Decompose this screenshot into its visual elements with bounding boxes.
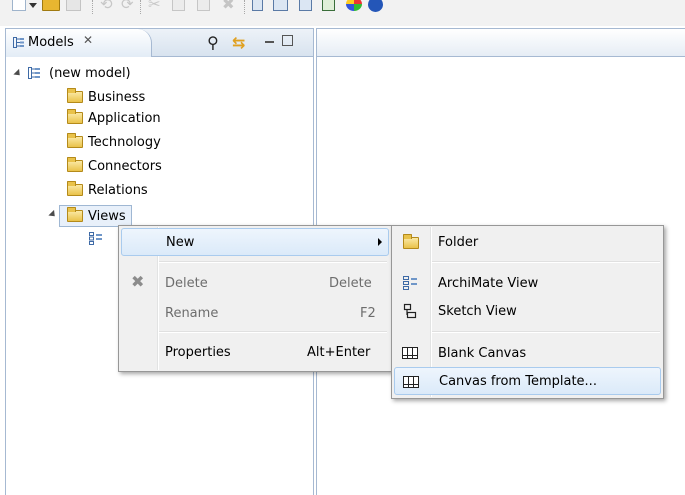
tree-item-model[interactable]: (new model)	[13, 64, 134, 82]
archimate-view-icon	[89, 231, 102, 245]
editor-tab-bar	[317, 29, 685, 57]
models-tab[interactable]: Models ✕	[6, 29, 152, 57]
close-tab-icon[interactable]: ✕	[83, 33, 93, 47]
paste-icon[interactable]	[197, 0, 210, 12]
minimize-icon[interactable]	[265, 41, 274, 43]
link-with-editor-icon[interactable]: ⇆	[232, 33, 245, 52]
menu-item-shortcut: Delete	[329, 275, 372, 291]
palette-icon[interactable]	[346, 0, 362, 12]
tree-item-application[interactable]: Application	[67, 109, 164, 127]
submenu-arrow-icon	[378, 238, 382, 246]
delete-icon[interactable]: ✖	[222, 0, 235, 12]
tree-item-views[interactable]: Views	[59, 205, 132, 227]
tree-item-label: Business	[88, 89, 146, 105]
menu-item-properties[interactable]: Properties Alt+Enter	[121, 338, 389, 366]
delete-icon: ✖	[131, 272, 145, 291]
menu-separator	[432, 261, 660, 263]
menu-item-rename[interactable]: Rename F2	[121, 299, 389, 327]
sketch-view-icon[interactable]	[322, 0, 335, 12]
expand-twisty-icon[interactable]	[13, 68, 23, 78]
tree-item-relations[interactable]: Relations	[67, 181, 151, 199]
menu-item-canvas-from-template[interactable]: Canvas from Template...	[394, 367, 661, 395]
tree-item-connectors[interactable]: Connectors	[67, 157, 165, 175]
info-icon[interactable]	[368, 0, 383, 12]
menu-item-label: ArchiMate View	[438, 275, 539, 291]
menu-item-shortcut: F2	[360, 305, 376, 321]
menu-item-delete[interactable]: ✖ Delete Delete	[121, 269, 389, 297]
toolbar-separator	[244, 0, 246, 14]
menu-separator	[159, 261, 387, 263]
menu-item-label: Sketch View	[438, 303, 517, 319]
menu-item-new[interactable]: New	[121, 228, 389, 256]
dropdown-arrow-icon[interactable]	[29, 0, 37, 12]
menu-item-label: Properties	[165, 344, 231, 360]
undo-icon[interactable]: ⟲	[100, 0, 113, 12]
menu-item-shortcut: Alt+Enter	[307, 344, 371, 360]
expand-twisty-icon[interactable]	[48, 209, 58, 220]
model-icon	[28, 67, 40, 79]
tree-item-label: (new model)	[49, 65, 131, 81]
menu-item-label: Folder	[438, 234, 479, 250]
main-toolbar: ⟲ ⟳ ✂ ✖	[0, 0, 685, 26]
menu-separator	[159, 331, 387, 333]
new-icon[interactable]	[12, 0, 26, 12]
context-menu: New ✖ Delete Delete Rename F2 Properties…	[118, 225, 392, 372]
save-icon[interactable]	[66, 0, 81, 12]
cut-icon[interactable]: ✂	[148, 0, 161, 12]
menu-item-sketch-view[interactable]: Sketch View	[394, 297, 661, 325]
tree-item-label: Relations	[88, 182, 148, 198]
menu-item-archimate-view[interactable]: ArchiMate View	[394, 269, 661, 297]
tree-item-technology[interactable]: Technology	[67, 133, 164, 151]
models-view-header: Models ✕ ⚲ ⇆	[6, 29, 313, 57]
models-tab-label: Models	[28, 35, 74, 50]
model-tree-icon	[13, 37, 24, 48]
view-icon[interactable]	[273, 0, 288, 12]
folder-icon	[67, 88, 83, 103]
folder-icon	[403, 234, 419, 249]
redo-icon[interactable]: ⟳	[121, 0, 134, 12]
folder-icon	[67, 157, 83, 172]
menu-item-blank-canvas[interactable]: Blank Canvas	[394, 339, 661, 367]
tree-item-business[interactable]: Business	[67, 88, 148, 106]
tree-item-label: Application	[88, 110, 161, 126]
canvas-icon	[403, 376, 419, 388]
menu-item-label: New	[166, 234, 195, 250]
folder-icon	[67, 207, 83, 222]
menu-item-label: Blank Canvas	[438, 345, 527, 361]
tree-item-label: Connectors	[88, 158, 162, 174]
search-icon[interactable]: ⚲	[207, 33, 219, 52]
folder-icon	[67, 109, 83, 124]
toolbar-separator	[92, 0, 94, 14]
maximize-icon[interactable]	[282, 35, 293, 46]
archimate-view-icon[interactable]	[299, 0, 312, 12]
tree-item-label: Technology	[88, 134, 161, 150]
folder-icon	[67, 133, 83, 148]
open-folder-icon[interactable]	[42, 0, 60, 12]
sketch-view-icon	[403, 303, 417, 319]
tree-item-label: Views	[88, 208, 126, 224]
archimate-view-icon	[403, 276, 417, 290]
toolbar-separator	[140, 0, 142, 14]
menu-separator	[432, 331, 660, 333]
folder-icon	[67, 181, 83, 196]
new-submenu: Folder ArchiMate View Sketch View Blank …	[391, 225, 664, 399]
menu-item-label: Canvas from Template...	[439, 373, 597, 389]
menu-item-label: Delete	[165, 275, 208, 291]
canvas-icon	[402, 347, 418, 359]
tree-item-view[interactable]	[89, 229, 103, 247]
menu-item-folder[interactable]: Folder	[394, 228, 661, 256]
copy-icon[interactable]	[172, 0, 185, 12]
model-tree-icon[interactable]	[252, 0, 263, 12]
menu-item-label: Rename	[165, 305, 219, 321]
